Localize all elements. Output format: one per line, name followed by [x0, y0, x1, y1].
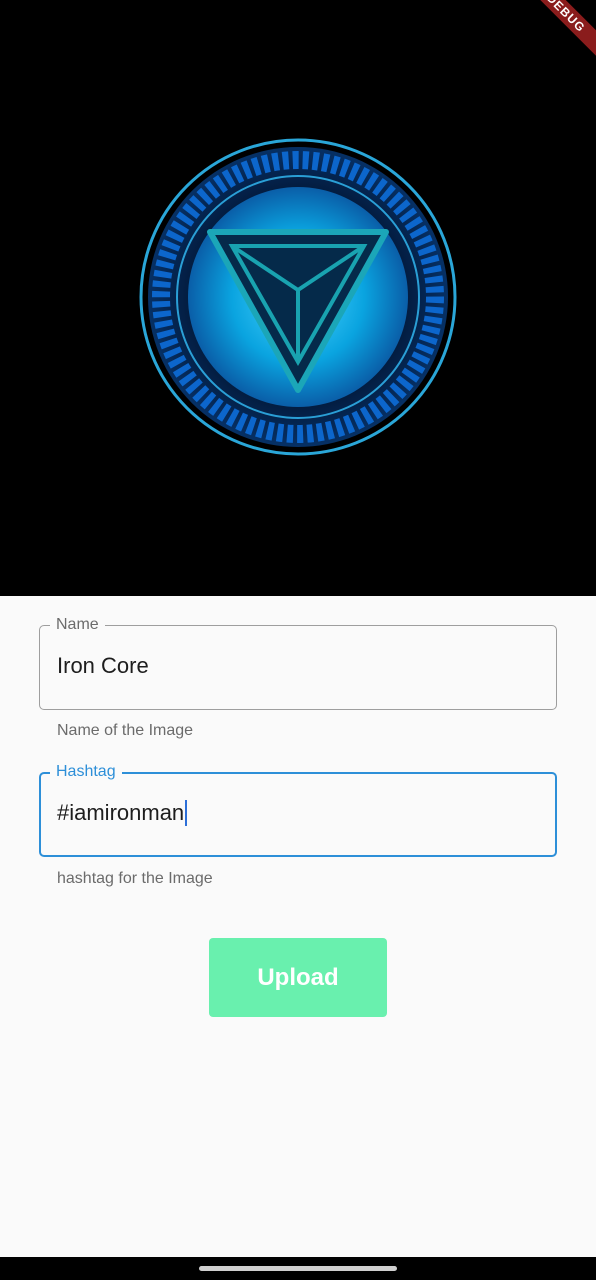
text-cursor	[185, 799, 188, 826]
name-field[interactable]: Name Iron Core	[39, 615, 557, 710]
system-navigation-bar	[0, 1257, 596, 1280]
hashtag-field[interactable]: Hashtag #iamironman	[39, 762, 557, 857]
arc-reactor-icon	[139, 138, 457, 456]
name-field-value[interactable]: Iron Core	[57, 652, 149, 680]
hashtag-helper-text: hashtag for the Image	[57, 870, 213, 887]
upload-button[interactable]: Upload	[209, 938, 387, 1017]
name-helper-text: Name of the Image	[57, 722, 194, 739]
hashtag-field-label: Hashtag	[50, 762, 122, 782]
name-field-label: Name	[50, 615, 105, 635]
selected-image: DEBUG	[0, 0, 596, 596]
hashtag-field-value: #iamironman	[57, 800, 185, 825]
hashtag-field-input[interactable]: #iamironman	[57, 799, 188, 827]
home-indicator[interactable]	[199, 1266, 397, 1271]
